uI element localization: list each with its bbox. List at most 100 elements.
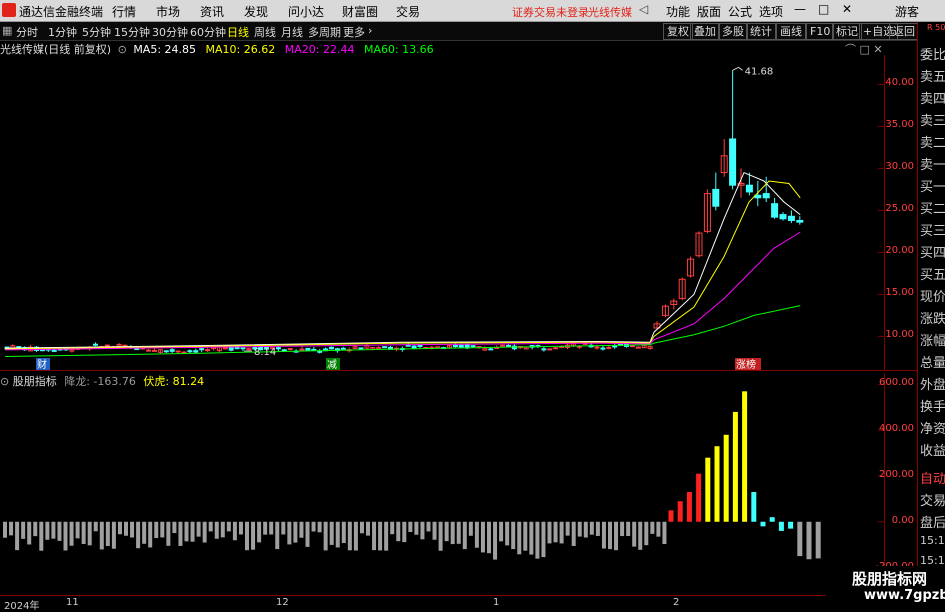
indicator-bar — [444, 521, 449, 542]
candle-body — [779, 214, 787, 220]
menu-gongneng[interactable]: 功能 — [666, 3, 690, 20]
menu-gongshi[interactable]: 公式 — [728, 3, 752, 20]
menu-banmian[interactable]: 版面 — [697, 3, 721, 20]
indicator-bar — [390, 521, 395, 535]
menu-xuanxiang[interactable]: 选项 — [759, 3, 783, 20]
candle-body — [51, 349, 57, 352]
period-1min[interactable]: 1分钟 — [48, 24, 77, 40]
indicator-bar — [257, 521, 262, 543]
indicator-bar — [414, 521, 419, 535]
ma10-line — [4, 180, 801, 350]
candle-body — [771, 203, 779, 218]
restore-icon[interactable]: ◁ — [639, 2, 648, 16]
indicator-axis-label: 0.00 — [891, 514, 914, 526]
side-item-6: 买一 — [920, 180, 945, 195]
tool-f10[interactable]: F10 — [806, 23, 835, 40]
indicator-bar — [366, 521, 370, 536]
indicator-bar — [601, 521, 606, 549]
watermark: 股朋指标网 www.7gpzb.com — [826, 566, 945, 609]
settings-circle-icon[interactable]: ⊙ — [0, 375, 9, 388]
period-bar: ▦ 分时 1分钟 5分钟 15分钟 30分钟 60分钟 日线 周线 月线 多周期… — [0, 22, 945, 41]
period-fenshi[interactable]: 分时 — [16, 24, 38, 40]
candle-body — [470, 345, 476, 348]
menu-zixun[interactable]: 资讯 — [200, 3, 224, 20]
candle-body — [612, 345, 618, 348]
side-item-13: 涨幅 — [920, 334, 945, 349]
candle-body — [146, 349, 152, 352]
user-label[interactable]: 游客 — [895, 3, 919, 20]
event-tag: 减 — [327, 359, 337, 370]
indicator-bar — [190, 521, 195, 542]
period-multi[interactable]: 多周期 — [308, 24, 341, 40]
time-label: 1 — [493, 597, 500, 608]
side-item-9: 买四 — [920, 246, 945, 261]
period-daily[interactable]: 日线 — [227, 24, 249, 40]
period-5min[interactable]: 5分钟 — [82, 24, 111, 40]
indicator-bar — [571, 521, 576, 546]
chevron-right-icon[interactable]: › — [368, 24, 372, 37]
period-monthly[interactable]: 月线 — [281, 24, 303, 40]
period-weekly[interactable]: 周线 — [254, 24, 276, 40]
quote-side-panel: R 500 委比卖五卖四卖三卖二卖一买一买二买三买四买五现价涨跌涨幅总量外盘换手… — [917, 22, 945, 609]
indicator-bar — [553, 521, 558, 543]
candle-body — [729, 138, 737, 186]
indicator-bar — [263, 521, 268, 535]
menu-jiaoyi[interactable]: 交易 — [396, 3, 420, 20]
indicator-bar — [166, 521, 171, 546]
indicator-bar — [184, 521, 189, 542]
indicator-axis-label: 600.00 — [879, 377, 914, 389]
close-icon[interactable]: ✕ — [842, 2, 852, 16]
tool-biaoji[interactable]: 标记 — [832, 23, 862, 40]
indicator-bar — [124, 521, 128, 536]
time-axis: 2024年 11 12 1 2 — [0, 595, 917, 612]
panel-divider[interactable] — [0, 370, 917, 371]
candle-body — [199, 348, 205, 351]
period-60min[interactable]: 60分钟 — [190, 24, 226, 40]
login-notice[interactable]: 证券交易未登录 — [512, 4, 589, 20]
indicator-bar — [238, 521, 243, 535]
candle-body — [405, 344, 411, 347]
maximize-icon[interactable]: □ — [818, 2, 829, 16]
indicator-name[interactable]: 股朋指标 — [13, 375, 57, 388]
candle-body — [181, 351, 187, 354]
menu-shichang[interactable]: 市场 — [156, 3, 180, 20]
period-more[interactable]: 更多 — [343, 24, 365, 40]
candle-body — [281, 349, 287, 352]
tool-huaxian[interactable]: 画线 — [776, 23, 806, 40]
indicator-bar — [130, 521, 135, 538]
price-chart[interactable]: 41.68 8.14 财 减 涨榜 — [0, 55, 885, 370]
tool-diejia[interactable]: 叠加 — [690, 23, 720, 40]
ma60-line — [4, 305, 801, 358]
time-label: 2024年 — [4, 601, 40, 612]
tool-fuquan[interactable]: 复权 — [663, 23, 693, 40]
menu-hangqing[interactable]: 行情 — [112, 3, 136, 20]
indicator-bar — [57, 521, 62, 541]
side-item-22: 15:12 — [920, 534, 945, 547]
side-item-5: 卖一 — [920, 158, 945, 173]
indicator-bar — [202, 521, 207, 543]
indicator-bar — [105, 521, 110, 546]
indicator-axis-label: 200.00 — [879, 468, 914, 480]
indicator-bar — [529, 521, 534, 555]
tool-duogu[interactable]: 多股 — [718, 23, 748, 40]
indicator-bar — [644, 521, 649, 546]
tool-fanhui[interactable]: 返回 — [889, 23, 919, 40]
menu-faxian[interactable]: 发现 — [244, 3, 268, 20]
candle-body — [382, 346, 388, 349]
price-axis-label: 20.00 — [885, 245, 914, 257]
indicator-bar — [245, 521, 249, 551]
period-30min[interactable]: 30分钟 — [152, 24, 188, 40]
indicator-bar — [136, 521, 141, 549]
menu-wenxiaoda[interactable]: 问小达 — [288, 3, 324, 20]
menu-caifuquan[interactable]: 财富圈 — [342, 3, 378, 20]
period-15min[interactable]: 15分钟 — [114, 24, 150, 40]
indicator-bar — [75, 521, 80, 539]
minimize-icon[interactable]: — — [794, 2, 806, 16]
tool-tongji[interactable]: 统计 — [746, 23, 776, 40]
grid-icon[interactable]: ▦ — [2, 24, 12, 37]
indicator-bar — [160, 521, 165, 538]
indicator-bar — [226, 521, 231, 532]
indicator-bar — [815, 521, 821, 559]
indicator-chart[interactable] — [0, 373, 885, 595]
candle-body — [193, 350, 199, 353]
